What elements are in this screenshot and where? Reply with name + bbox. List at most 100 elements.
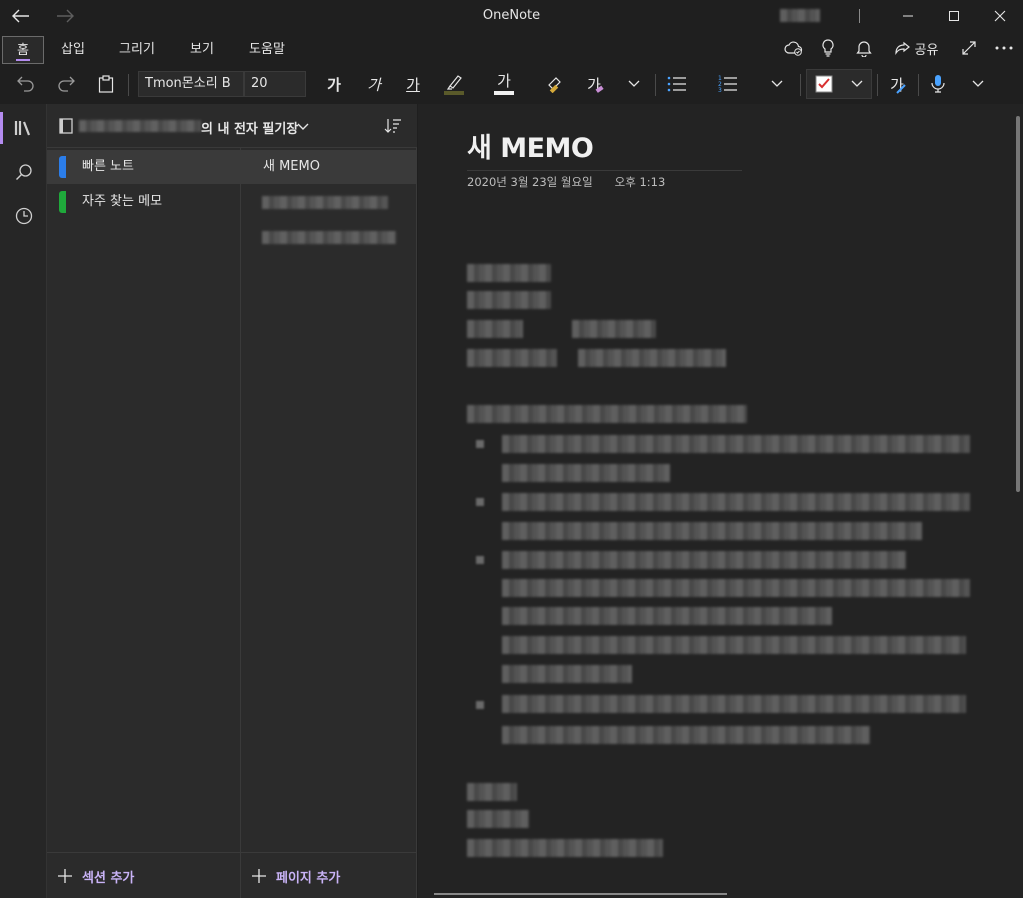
share-button[interactable]: 공유 — [890, 32, 942, 64]
plus-icon — [58, 869, 72, 883]
underline-button[interactable]: 가 — [399, 68, 427, 100]
tell-me-button[interactable] — [816, 32, 840, 64]
dictate-button[interactable] — [925, 68, 951, 100]
chevron-down-icon — [771, 80, 783, 87]
font-size-input[interactable]: 20 — [244, 71, 306, 97]
eraser-icon — [595, 85, 604, 93]
sync-status-button[interactable] — [780, 32, 808, 64]
chevron-down-icon — [628, 80, 640, 87]
add-page-button[interactable]: 페이지 추가 — [251, 854, 340, 898]
horizontal-scrollbar[interactable] — [434, 893, 727, 895]
title-bar: OneNote — [0, 0, 1023, 32]
recent-nav-button[interactable] — [0, 196, 47, 236]
todo-tag-button[interactable] — [806, 69, 872, 99]
font-name-input[interactable]: Tmon몬소리 B — [138, 71, 244, 97]
forward-arrow-icon — [57, 9, 74, 23]
spelling-button[interactable]: 가 — [884, 68, 912, 100]
clear-formatting-button[interactable]: 가 — [582, 68, 610, 100]
paste-button[interactable] — [92, 68, 120, 100]
section-label: 자주 찾는 메모 — [82, 194, 163, 209]
bullets-button[interactable] — [663, 68, 691, 100]
undo-button[interactable] — [12, 68, 40, 100]
bullet-list-icon — [667, 76, 686, 92]
note-title[interactable]: 새 MEMO — [467, 126, 594, 165]
redacted-line — [502, 695, 966, 713]
back-button[interactable] — [0, 0, 42, 32]
list-options-dropdown[interactable] — [765, 68, 789, 100]
toolbar-separator — [877, 74, 878, 96]
minimize-icon — [903, 15, 913, 17]
redacted-line — [502, 522, 922, 540]
minimize-button[interactable] — [885, 0, 931, 32]
redo-button[interactable] — [52, 68, 80, 100]
share-icon — [894, 41, 910, 55]
sort-button[interactable] — [384, 117, 402, 135]
dictate-options-dropdown[interactable] — [966, 68, 990, 100]
font-color-button[interactable]: 가 — [490, 68, 518, 100]
highlight-button[interactable] — [440, 68, 468, 100]
section-color-tab — [59, 156, 66, 178]
redacted-line — [578, 349, 726, 367]
bullet — [476, 701, 484, 709]
redacted-line — [572, 320, 656, 338]
dictate-mic-icon — [931, 75, 945, 93]
bullet — [476, 498, 484, 506]
maximize-button[interactable] — [931, 0, 977, 32]
page-item-redacted[interactable] — [241, 220, 416, 254]
numbered-list-icon: 123 — [718, 75, 737, 93]
add-page-label: 페이지 추가 — [276, 870, 341, 886]
redacted-line — [502, 493, 970, 511]
page-item-redacted[interactable] — [241, 185, 416, 219]
redacted-page-title — [262, 231, 396, 244]
format-painter-button[interactable] — [543, 68, 571, 100]
forward-button[interactable] — [44, 0, 86, 32]
italic-button[interactable]: 가 — [360, 68, 388, 100]
redacted-line — [502, 579, 970, 597]
redacted-line — [467, 349, 557, 367]
vertical-scrollbar[interactable] — [1016, 116, 1020, 492]
title-divider — [859, 9, 860, 23]
toolbar-separator — [655, 74, 656, 96]
font-color-glyph: 가 — [497, 72, 511, 90]
section-color-tab — [59, 191, 66, 213]
page-item-new-memo[interactable]: 새 MEMO — [241, 150, 416, 184]
tab-draw[interactable]: 그리기 — [110, 36, 164, 64]
notebooks-nav-button[interactable] — [0, 108, 47, 148]
numbering-button[interactable]: 123 — [714, 68, 742, 100]
close-button[interactable] — [977, 0, 1023, 32]
bullet — [476, 556, 484, 564]
add-section-button[interactable]: 섹션 추가 — [57, 854, 134, 898]
redacted-line — [467, 839, 663, 857]
svg-text:3: 3 — [718, 87, 722, 93]
ribbon-tabs: 홈 삽입 그리기 보기 도움말 공유 — [0, 32, 1023, 64]
close-icon — [994, 10, 1006, 22]
redacted-line — [502, 665, 632, 683]
bold-button[interactable]: 가 — [320, 68, 348, 100]
pages-pane: 새 MEMO 페이지 추가 — [241, 104, 417, 898]
redacted-page-title — [262, 196, 388, 209]
tab-view[interactable]: 보기 — [180, 36, 224, 64]
note-date: 2020년 3월 23일 월요일 — [467, 175, 593, 189]
tab-insert[interactable]: 삽입 — [52, 36, 94, 64]
fullscreen-button[interactable] — [956, 32, 982, 64]
tab-help[interactable]: 도움말 — [238, 36, 296, 64]
sync-cloud-icon — [784, 41, 803, 56]
more-button[interactable] — [990, 32, 1018, 64]
more-icon — [995, 46, 1013, 50]
section-item-favorites[interactable]: 자주 찾는 메모 — [47, 185, 240, 219]
notifications-button[interactable] — [852, 32, 876, 64]
more-formatting-dropdown[interactable] — [622, 68, 646, 100]
notebooks-icon — [14, 121, 30, 136]
notebook-header: 의 내 전자 필기장 — [47, 104, 417, 148]
bullet — [476, 440, 484, 448]
recent-clock-icon — [15, 207, 32, 225]
search-nav-button[interactable] — [0, 152, 47, 192]
redacted-line — [502, 464, 670, 482]
redacted-line — [467, 264, 551, 282]
note-canvas[interactable]: 새 MEMO 2020년 3월 23일 월요일 오후 1:13 — [418, 104, 1023, 898]
account-name-redacted[interactable] — [780, 9, 820, 22]
section-item-quick-notes[interactable]: 빠른 노트 — [47, 150, 240, 184]
tab-home[interactable]: 홈 — [2, 36, 44, 64]
notebook-icon — [59, 118, 73, 134]
format-painter-icon — [548, 77, 561, 93]
